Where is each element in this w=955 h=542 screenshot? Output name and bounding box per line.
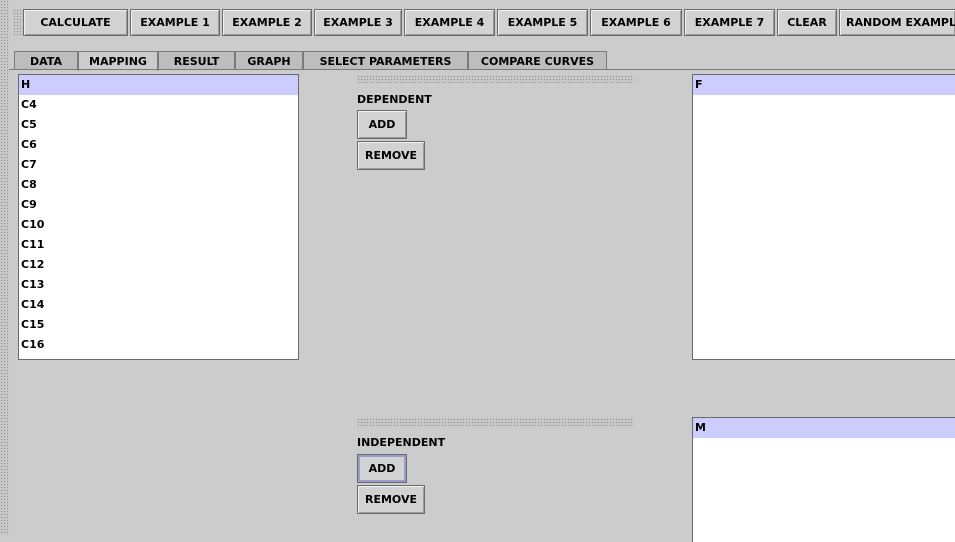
tab-result[interactable]: RESULT — [158, 51, 235, 70]
tab-divider — [9, 69, 955, 70]
tab-graph[interactable]: GRAPH — [235, 51, 303, 70]
dependent-drag-handle[interactable] — [357, 75, 634, 83]
calculate-button[interactable]: CALCULATE — [23, 9, 128, 36]
list-item[interactable]: C14 — [19, 295, 298, 315]
list-item[interactable]: C11 — [19, 235, 298, 255]
variables-list[interactable]: H C4 C5 C6 C7 C8 C9 C10 C11 C12 C13 C14 … — [18, 74, 299, 360]
toolbar-grip[interactable] — [13, 9, 23, 36]
independent-list[interactable]: M — [692, 417, 955, 542]
independent-label: INDEPENDENT — [357, 436, 446, 449]
example-6-button[interactable]: EXAMPLE 6 — [590, 9, 682, 36]
example-1-button[interactable]: EXAMPLE 1 — [130, 9, 220, 36]
list-item[interactable]: C10 — [19, 215, 298, 235]
list-item[interactable]: C4 — [19, 95, 298, 115]
list-item[interactable]: C15 — [19, 315, 298, 335]
list-item[interactable]: M — [693, 418, 955, 438]
tab-compare-curves[interactable]: COMPARE CURVES — [468, 51, 607, 70]
list-item[interactable]: C6 — [19, 135, 298, 155]
list-item[interactable]: C7 — [19, 155, 298, 175]
list-item[interactable]: C9 — [19, 195, 298, 215]
list-item[interactable]: C5 — [19, 115, 298, 135]
toolbar: CALCULATE EXAMPLE 1 EXAMPLE 2 EXAMPLE 3 … — [9, 0, 955, 45]
example-5-button[interactable]: EXAMPLE 5 — [497, 9, 588, 36]
dependent-remove-button[interactable]: REMOVE — [357, 141, 425, 170]
list-item[interactable]: C13 — [19, 275, 298, 295]
independent-drag-handle[interactable] — [357, 418, 634, 426]
tab-data[interactable]: DATA — [14, 51, 78, 70]
example-2-button[interactable]: EXAMPLE 2 — [222, 9, 312, 36]
tab-mapping[interactable]: MAPPING — [78, 51, 158, 71]
clear-button[interactable]: CLEAR — [777, 9, 837, 36]
list-item[interactable]: C8 — [19, 175, 298, 195]
list-item[interactable]: F — [693, 75, 955, 95]
example-3-button[interactable]: EXAMPLE 3 — [314, 9, 402, 36]
window-grip — [0, 0, 9, 535]
dependent-list[interactable]: F — [692, 74, 955, 360]
dependent-label: DEPENDENT — [357, 93, 432, 106]
dependent-add-button[interactable]: ADD — [357, 110, 407, 139]
independent-add-button[interactable]: ADD — [357, 454, 407, 483]
random-example-button[interactable]: RANDOM EXAMPLE — [839, 9, 955, 36]
independent-remove-button[interactable]: REMOVE — [357, 485, 425, 514]
list-item[interactable]: C12 — [19, 255, 298, 275]
list-item[interactable]: H — [19, 75, 298, 95]
example-7-button[interactable]: EXAMPLE 7 — [684, 9, 775, 36]
tab-select-parameters[interactable]: SELECT PARAMETERS — [303, 51, 468, 70]
tab-bar: DATA MAPPING RESULT GRAPH SELECT PARAMET… — [9, 51, 955, 71]
list-item[interactable]: C16 — [19, 335, 298, 355]
example-4-button[interactable]: EXAMPLE 4 — [404, 9, 495, 36]
